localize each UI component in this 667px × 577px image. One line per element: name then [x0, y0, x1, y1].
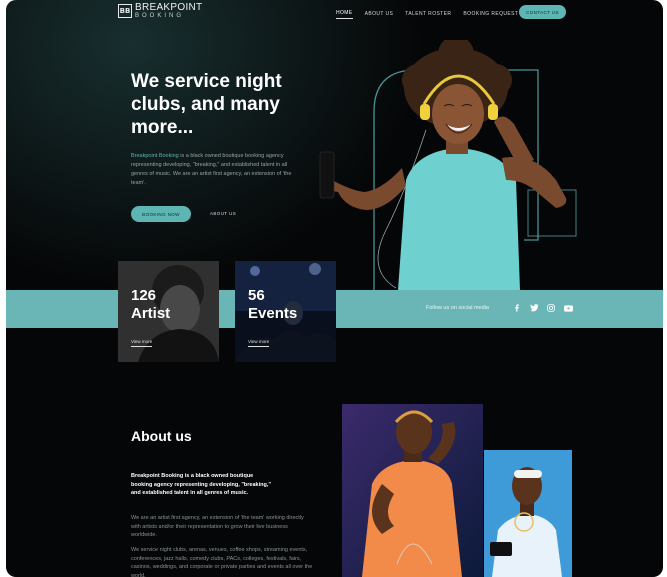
instagram-glyph [547, 304, 555, 312]
page-frame: BB BREAKPOINT BOOKING HOME ABOUT US TALE… [6, 0, 663, 577]
facebook-icon[interactable] [512, 303, 522, 313]
nav-home[interactable]: HOME [336, 10, 353, 19]
social-label: Follow us on social media [426, 305, 489, 311]
about-man-headphones-photo [342, 404, 483, 577]
artist-count: 126 [131, 287, 157, 304]
contact-us-button[interactable]: CONTACT US [519, 5, 566, 19]
nav-about-us[interactable]: ABOUT US [365, 11, 394, 19]
youtube-icon[interactable] [563, 303, 573, 313]
twitter-icon[interactable] [529, 303, 539, 313]
hero-woman-headphones-image [319, 40, 577, 290]
about-paragraph-2: We are an artist first agency, an extens… [131, 515, 304, 538]
logo-mark: BB [118, 4, 132, 18]
hero-title: We service night clubs, and many more... [131, 71, 282, 138]
about-us-link[interactable]: ABOUT US [210, 211, 236, 216]
logo-mark-text: BB [119, 7, 131, 15]
main-nav: HOME ABOUT US TALENT ROSTER BOOKING REQU… [336, 10, 518, 19]
about-paragraph-3: We service night clubs, arenas, venues, … [131, 547, 313, 577]
hero-description-highlight: Breakpoint Booking [131, 153, 179, 159]
instagram-icon[interactable] [546, 303, 556, 313]
about-title: About us [131, 428, 192, 444]
about-paragraph-1: Breakpoint Booking is a black owned bout… [131, 473, 271, 496]
logo-wordmark: BREAKPOINT BOOKING [135, 2, 203, 20]
youtube-glyph [563, 304, 573, 312]
nav-booking-request[interactable]: BOOKING REQUEST [463, 11, 518, 19]
logo[interactable]: BB BREAKPOINT BOOKING [118, 3, 202, 19]
hero-description: Breakpoint Booking is a black owned bout… [131, 152, 299, 188]
events-label: Events [248, 305, 298, 322]
facebook-glyph [515, 304, 519, 312]
events-view-more-link[interactable]: View more [248, 339, 270, 347]
events-count: 56 [248, 287, 265, 304]
logo-line1: BREAKPOINT [135, 2, 203, 13]
artist-label: Artist [131, 305, 171, 322]
artist-stat-card[interactable]: 126 Artist View more [118, 261, 219, 362]
nav-talent-roster[interactable]: TALENT ROSTER [405, 11, 451, 19]
logo-line2: BOOKING [135, 13, 185, 19]
artist-view-more-link[interactable]: View more [131, 339, 153, 347]
events-stat-card[interactable]: 56 Events View more [235, 261, 336, 362]
twitter-glyph [529, 304, 538, 312]
booking-now-button[interactable]: BOOKING NOW [131, 206, 191, 222]
about-woman-phone-photo [484, 450, 572, 577]
